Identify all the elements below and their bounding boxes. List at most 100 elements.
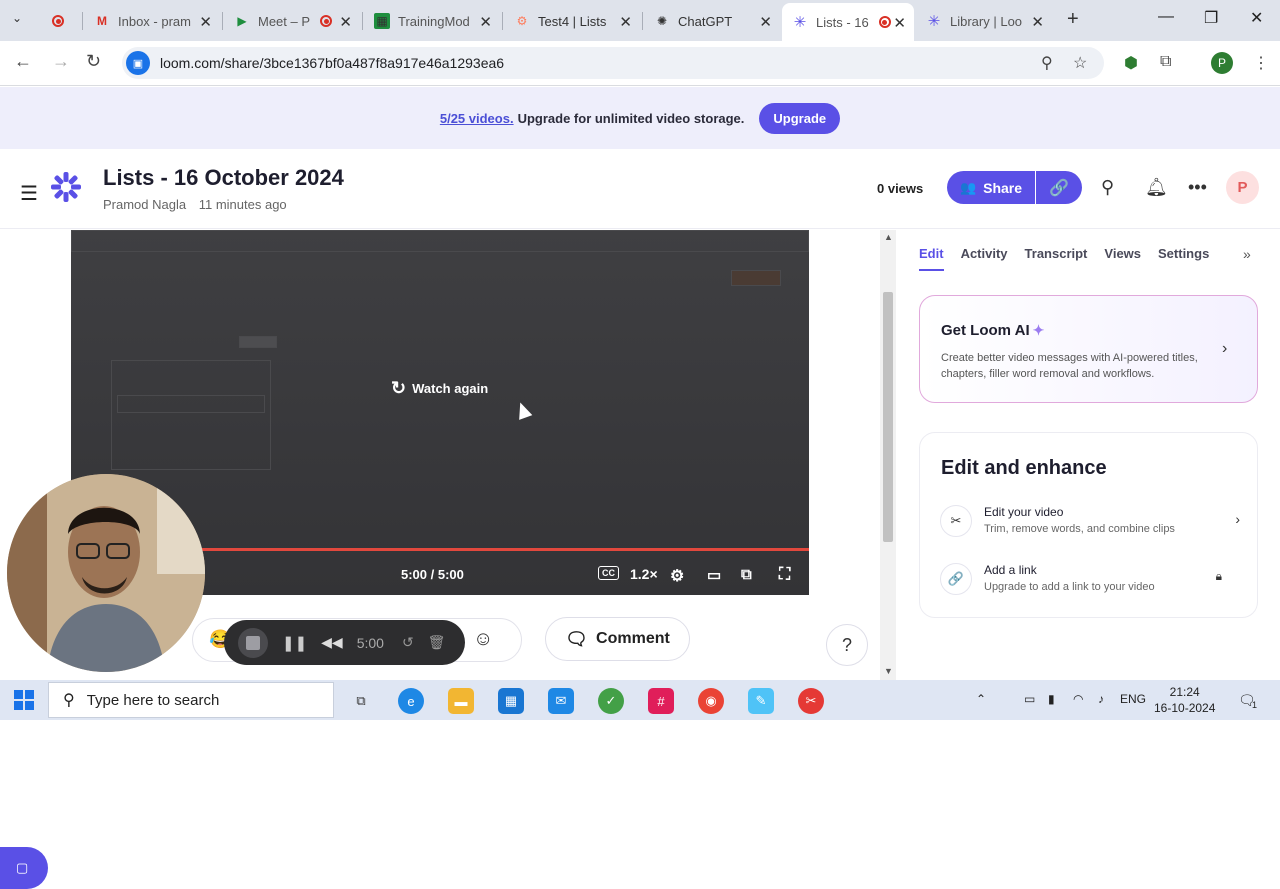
trash-icon[interactable]: 🗑︎: [428, 634, 446, 651]
tab-gmail[interactable]: M Inbox - pram ✕: [84, 4, 220, 38]
side-pill-button[interactable]: ▢: [0, 847, 48, 889]
stop-recording-button[interactable]: [238, 627, 268, 658]
share-button[interactable]: 👥 Share: [947, 171, 1035, 204]
network-icon[interactable]: ◠: [1073, 692, 1083, 706]
picture-in-picture-icon[interactable]: ⧉: [741, 566, 752, 583]
add-link-subtitle: Upgrade to add a link to your video: [984, 581, 1155, 593]
scroll-up-icon[interactable]: ▲: [884, 232, 893, 242]
tab-transcript[interactable]: Transcript: [1025, 246, 1088, 271]
reload-icon[interactable]: ↻: [86, 51, 101, 72]
tab-activity[interactable]: Activity: [961, 246, 1008, 271]
battery-icon[interactable]: ▮: [1048, 692, 1055, 706]
search-icon[interactable]: ⚲: [1101, 177, 1114, 198]
edge-icon[interactable]: e: [398, 688, 424, 714]
close-icon[interactable]: ✕: [1031, 13, 1044, 31]
scrollbar[interactable]: ▲ ▼: [880, 230, 896, 680]
close-icon[interactable]: ✕: [893, 14, 906, 32]
snipping-tool-icon[interactable]: ✂: [798, 688, 824, 714]
close-icon[interactable]: ✕: [479, 13, 492, 31]
recording-controls: ❚❚ ◀◀ 5:00 ↺ 🗑︎: [224, 620, 465, 665]
volume-icon[interactable]: ♪: [1098, 692, 1104, 706]
mail-icon[interactable]: ✉: [548, 688, 574, 714]
notepad-icon[interactable]: ✎: [748, 688, 774, 714]
tab-record[interactable]: [42, 4, 82, 38]
link-icon: 🔗: [940, 563, 972, 595]
tab-views[interactable]: Views: [1104, 246, 1141, 271]
tab-test4[interactable]: ⚙ Test4 | Lists ✕: [504, 4, 640, 38]
new-tab-icon[interactable]: +: [1067, 8, 1079, 31]
task-view-icon[interactable]: ⧉: [348, 688, 374, 714]
close-icon[interactable]: ✕: [199, 13, 212, 31]
tab-chatgpt[interactable]: ✺ ChatGPT ✕: [644, 4, 780, 38]
hamburger-menu-icon[interactable]: ☰: [20, 181, 38, 206]
settings-gear-icon[interactable]: ⚙: [670, 566, 684, 586]
browser-tabstrip: ⌄ M Inbox - pram ✕ ▶ Meet – P ✕ ▦ Traini…: [0, 0, 1280, 41]
user-avatar[interactable]: P: [1226, 171, 1259, 204]
author-name[interactable]: Pramod Nagla: [103, 197, 186, 212]
add-link-row[interactable]: 🔗 Add a link Upgrade to add a link to yo…: [940, 559, 1240, 599]
menu-dots-icon[interactable]: ⋮: [1253, 53, 1269, 73]
forward-icon[interactable]: →: [52, 51, 70, 72]
webcam-person-image: [7, 474, 205, 672]
fullscreen-icon[interactable]: ⛶: [779, 566, 790, 584]
watch-again-button[interactable]: ↻ Watch again: [391, 378, 488, 399]
puzzle-extensions-icon[interactable]: ⧉: [1160, 53, 1171, 71]
chrome-icon[interactable]: ◉: [698, 688, 724, 714]
video-count-link[interactable]: 5/25 videos.: [440, 111, 514, 126]
scroll-thumb[interactable]: [883, 292, 893, 542]
video-title[interactable]: Lists - 16 October 2024: [103, 165, 344, 191]
profile-avatar[interactable]: P: [1211, 52, 1233, 74]
back-icon[interactable]: ←: [14, 51, 32, 72]
theater-mode-icon[interactable]: ▭: [707, 566, 721, 584]
close-icon[interactable]: ✕: [339, 13, 352, 31]
bookmark-star-icon[interactable]: ☆: [1073, 53, 1087, 73]
windows-start-icon[interactable]: [14, 690, 34, 710]
site-info-icon[interactable]: ▣: [126, 51, 150, 75]
upgrade-button[interactable]: Upgrade: [759, 102, 841, 134]
address-bar[interactable]: ▣ loom.com/share/3bce1367bf0a487f8a917e4…: [122, 47, 1104, 79]
tab-edit[interactable]: Edit: [919, 246, 944, 271]
scroll-down-icon[interactable]: ▼: [884, 666, 893, 676]
language-indicator[interactable]: ENG: [1120, 692, 1146, 706]
taskbar-search-box[interactable]: ⚲ Type here to search: [48, 682, 334, 718]
bell-icon[interactable]: 🔔︎: [1145, 177, 1168, 198]
tab-library[interactable]: ✳ Library | Loo ✕: [916, 4, 1052, 38]
webcam-bubble[interactable]: [7, 474, 205, 672]
taskbar-clock[interactable]: 21:24 16-10-2024: [1154, 684, 1215, 716]
speed-button[interactable]: 1.2×: [630, 566, 658, 582]
more-options-icon[interactable]: •••: [1188, 177, 1207, 198]
zoom-icon[interactable]: ⚲: [1041, 53, 1053, 73]
close-icon[interactable]: ✕: [759, 13, 772, 31]
file-explorer-icon[interactable]: ▬: [448, 688, 474, 714]
tab-search-chevron-icon[interactable]: ⌄: [12, 11, 22, 25]
tab-settings[interactable]: Settings: [1158, 246, 1209, 271]
slack-icon[interactable]: #: [648, 688, 674, 714]
add-reaction-icon[interactable]: ☺: [473, 628, 493, 651]
edit-video-row[interactable]: ✂ Edit your video Trim, remove words, an…: [940, 501, 1240, 541]
views-count[interactable]: 0 views: [877, 181, 923, 196]
restore-icon[interactable]: ❐: [1204, 8, 1218, 28]
loom-logo-icon[interactable]: [50, 171, 82, 203]
tab-lists-active[interactable]: ✳ Lists - 16 ✕: [782, 3, 914, 41]
copy-link-button[interactable]: 🔗: [1036, 171, 1082, 204]
close-icon[interactable]: ✕: [619, 13, 632, 31]
close-window-icon[interactable]: ✕: [1250, 8, 1263, 28]
loom-ai-card[interactable]: Get Loom AI ✦ Create better video message…: [919, 295, 1258, 403]
captions-button[interactable]: CC: [598, 566, 619, 580]
tab-meet[interactable]: ▶ Meet – P ✕: [224, 4, 360, 38]
tray-expand-icon[interactable]: ⌃: [976, 692, 986, 706]
app-check-icon[interactable]: ✓: [598, 688, 624, 714]
minimize-icon[interactable]: —: [1158, 8, 1174, 26]
edit-video-subtitle: Trim, remove words, and combine clips: [984, 523, 1175, 535]
tab-training[interactable]: ▦ TrainingMod ✕: [364, 4, 500, 38]
store-icon[interactable]: ▦: [498, 688, 524, 714]
meet-now-icon[interactable]: ▭: [1024, 692, 1035, 706]
restart-icon[interactable]: ↺: [402, 634, 414, 651]
extension-icon[interactable]: ⬢: [1124, 53, 1138, 73]
pause-icon[interactable]: ❚❚: [282, 634, 307, 652]
collapse-sidebar-icon[interactable]: »: [1243, 246, 1251, 262]
loom-icon: ✳: [793, 14, 807, 31]
help-button[interactable]: ?: [826, 624, 868, 666]
comment-button[interactable]: 🗨︎ Comment: [545, 617, 690, 661]
rewind-icon[interactable]: ◀◀: [321, 634, 343, 651]
